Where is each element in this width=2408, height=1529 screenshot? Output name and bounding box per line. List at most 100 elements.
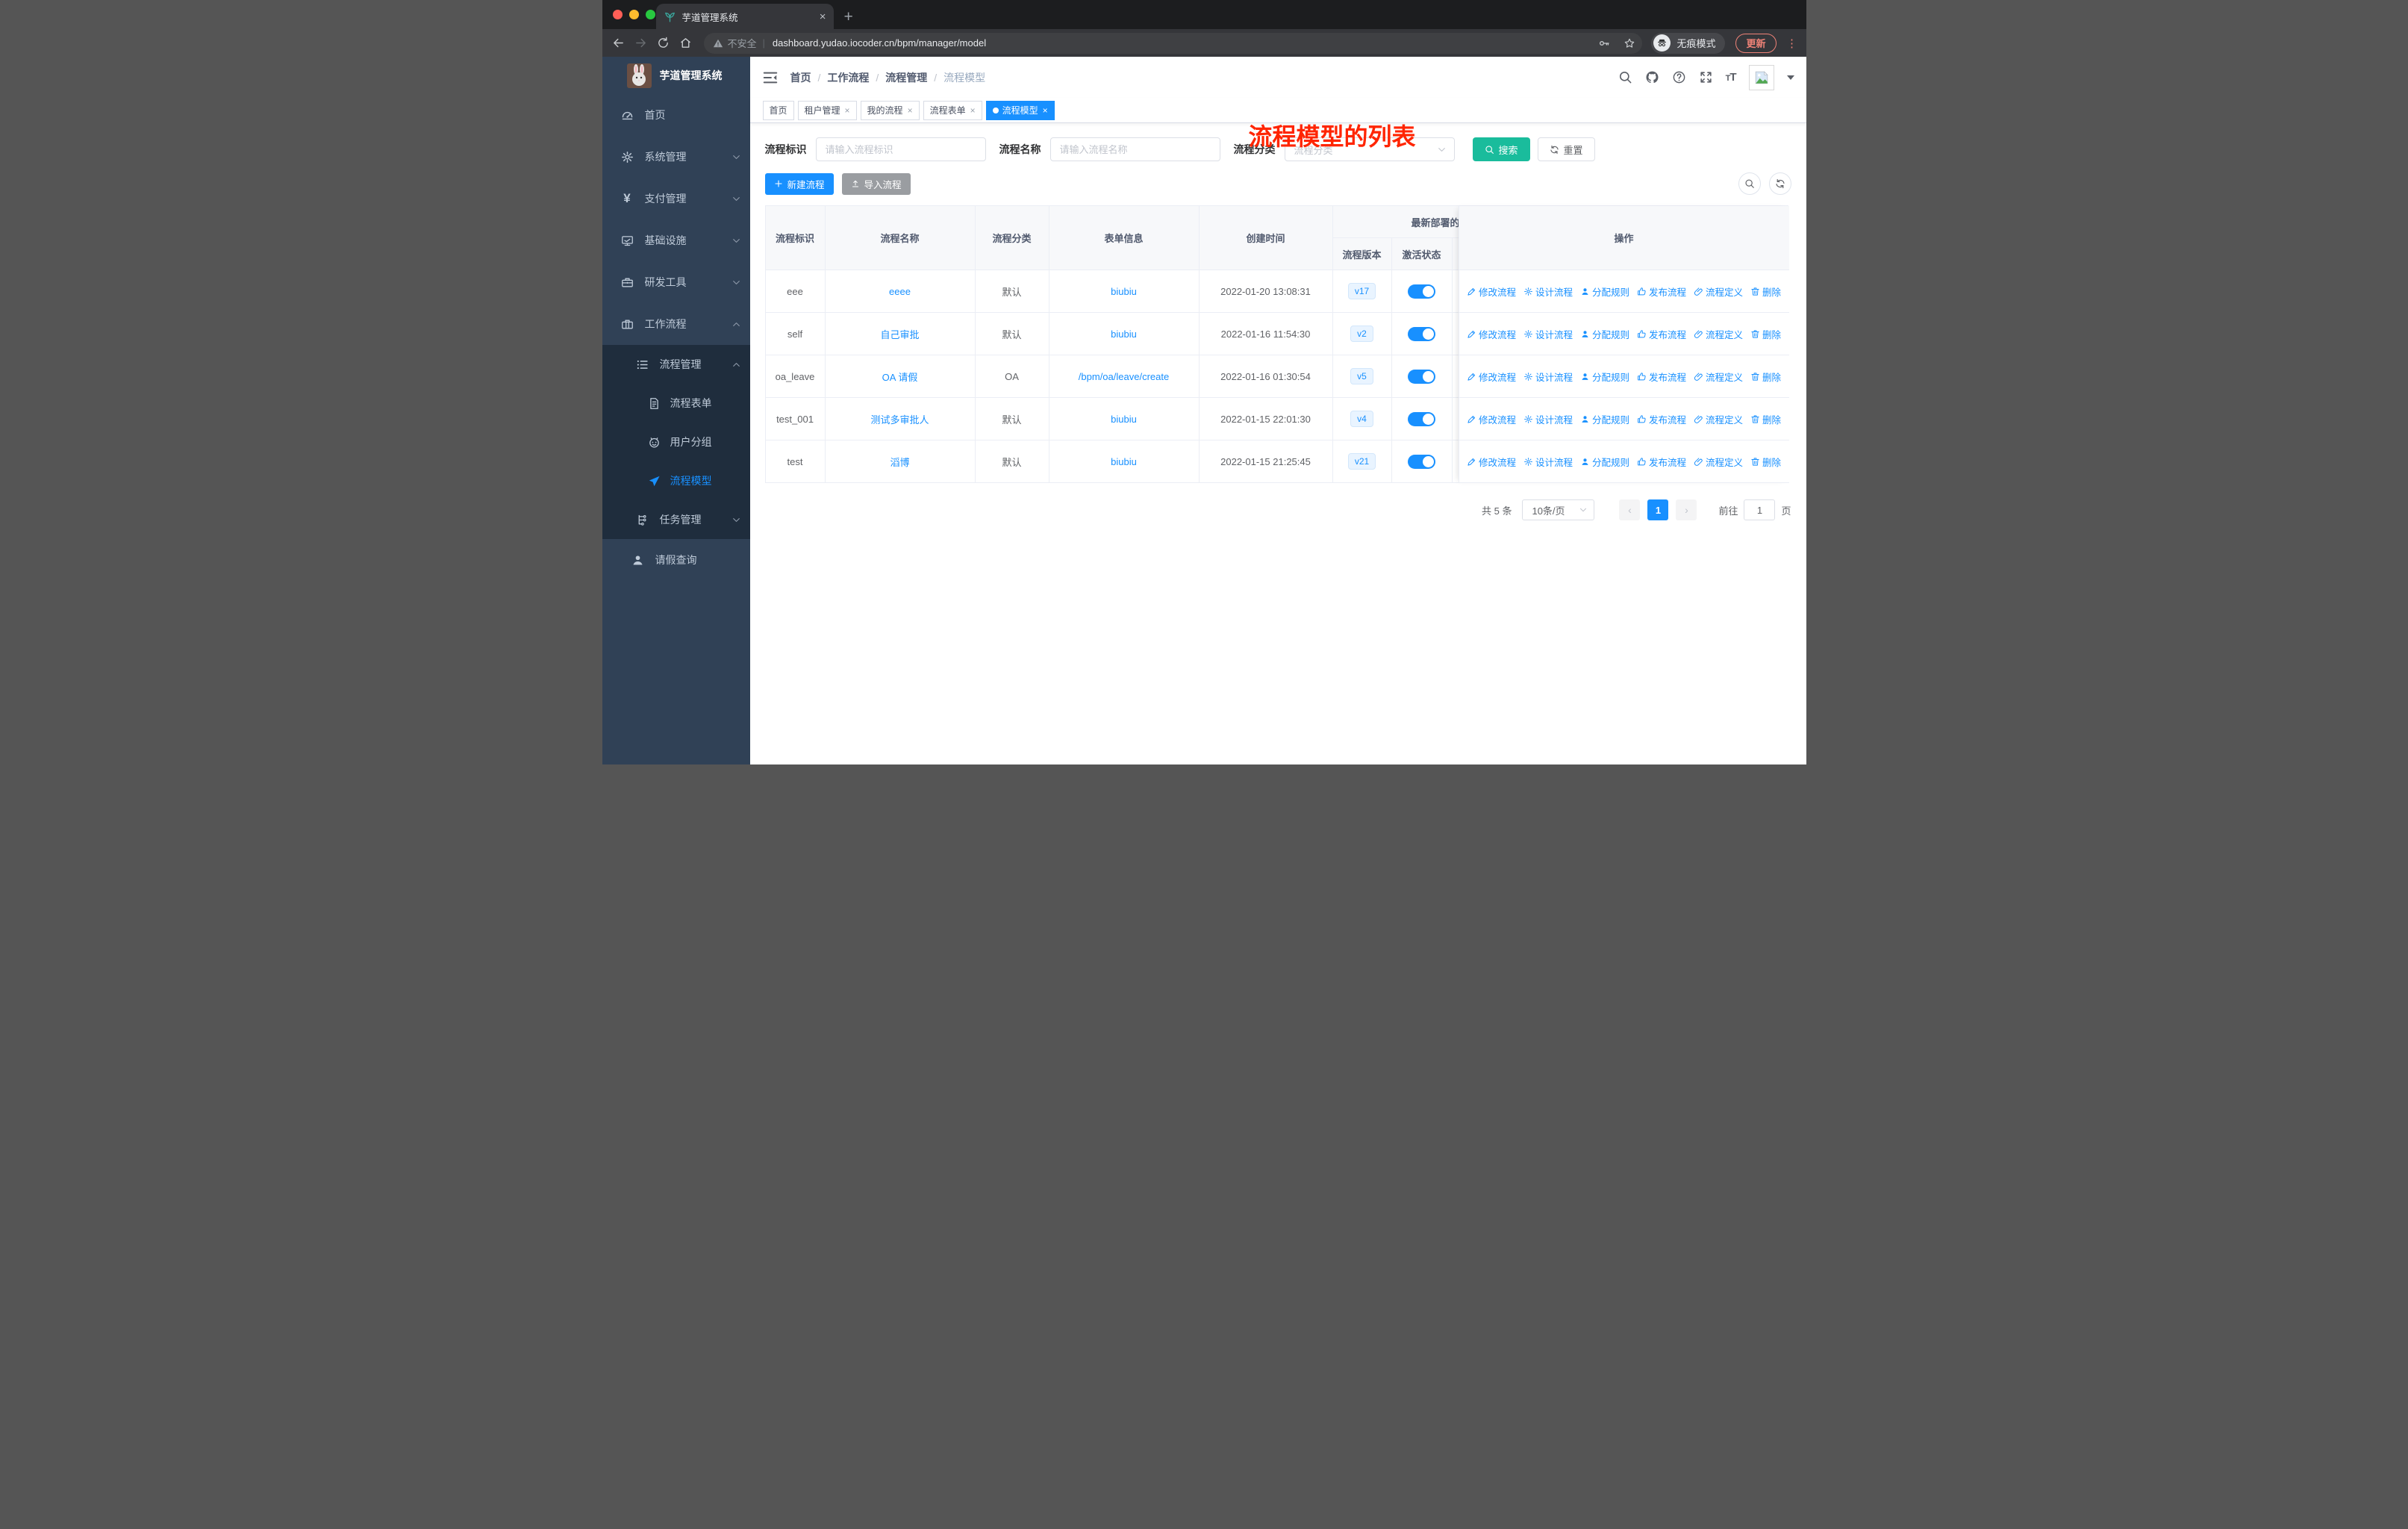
avatar-caret-icon[interactable] [1786, 75, 1794, 80]
sidebar-item-流程模型[interactable]: 流程模型 [602, 461, 750, 500]
current-page-button[interactable]: 1 [1647, 499, 1669, 520]
action-修改流程[interactable]: 修改流程 [1467, 327, 1516, 341]
action-分配规则[interactable]: 分配规则 [1580, 412, 1629, 426]
tag-view-流程表单[interactable]: 流程表单 × [923, 100, 982, 120]
security-status[interactable]: 不安全 | [713, 36, 767, 50]
action-发布流程[interactable]: 发布流程 [1637, 412, 1686, 426]
zoom-window-button[interactable] [645, 10, 655, 19]
action-修改流程[interactable]: 修改流程 [1467, 370, 1516, 384]
breadcrumb-item[interactable]: 工作流程 [827, 70, 869, 85]
password-key-icon[interactable] [1594, 34, 1614, 53]
browser-menu-icon[interactable]: ⋮ [1785, 37, 1799, 50]
github-icon[interactable] [1645, 70, 1659, 84]
forward-icon[interactable] [632, 34, 650, 52]
reset-button[interactable]: 重置 [1537, 137, 1595, 161]
action-删除[interactable]: 删除 [1750, 412, 1781, 426]
action-删除[interactable]: 删除 [1750, 327, 1781, 341]
sidebar-item-基础设施[interactable]: 基础设施 [602, 219, 750, 261]
bookmark-star-icon[interactable] [1620, 34, 1639, 53]
cell-process-name-link[interactable]: OA 请假 [825, 355, 976, 398]
avatar[interactable] [1748, 64, 1774, 90]
sidebar-item-请假查询[interactable]: 请假查询 [602, 539, 750, 581]
sidebar-item-首页[interactable]: 首页 [602, 94, 750, 136]
active-toggle[interactable] [1408, 411, 1435, 426]
action-修改流程[interactable]: 修改流程 [1467, 455, 1516, 469]
toggle-search-button[interactable] [1738, 172, 1761, 195]
font-size-icon[interactable]: TT [1726, 71, 1737, 84]
process-name-input[interactable] [1049, 137, 1220, 161]
action-发布流程[interactable]: 发布流程 [1637, 455, 1686, 469]
action-流程定义[interactable]: 流程定义 [1694, 370, 1743, 384]
action-删除[interactable]: 删除 [1750, 370, 1781, 384]
action-流程定义[interactable]: 流程定义 [1694, 455, 1743, 469]
tag-view-流程模型[interactable]: 流程模型 × [985, 100, 1055, 120]
home-icon[interactable] [677, 34, 695, 52]
action-设计流程[interactable]: 设计流程 [1523, 455, 1573, 469]
browser-update-button[interactable]: 更新 [1735, 33, 1777, 53]
refresh-table-button[interactable] [1768, 172, 1791, 195]
cell-process-name-link[interactable]: eeee [825, 270, 976, 313]
active-toggle[interactable] [1408, 369, 1435, 384]
minimize-window-button[interactable] [628, 10, 639, 19]
sidebar-item-用户分组[interactable]: 用户分组 [602, 423, 750, 461]
new-tab-button[interactable]: + [844, 8, 853, 26]
action-发布流程[interactable]: 发布流程 [1637, 284, 1686, 299]
sidebar-item-支付管理[interactable]: ¥ 支付管理 [602, 178, 750, 219]
sidebar-item-任务管理[interactable]: 任务管理 [602, 500, 750, 539]
cell-form-info-link[interactable]: biubiu [1049, 398, 1200, 440]
action-分配规则[interactable]: 分配规则 [1580, 455, 1629, 469]
action-设计流程[interactable]: 设计流程 [1523, 284, 1573, 299]
process-id-input[interactable] [815, 137, 986, 161]
import-process-button[interactable]: 导入流程 [841, 172, 911, 195]
active-toggle[interactable] [1408, 326, 1435, 341]
action-设计流程[interactable]: 设计流程 [1523, 370, 1573, 384]
action-发布流程[interactable]: 发布流程 [1637, 327, 1686, 341]
address-bar[interactable]: 不安全 | dashboard.yudao.iocoder.cn/bpm/man… [703, 32, 1643, 54]
sidebar-item-工作流程[interactable]: 工作流程 [602, 303, 750, 345]
cell-form-info-link[interactable]: biubiu [1049, 313, 1200, 355]
prev-page-button[interactable]: ‹ [1619, 499, 1641, 520]
action-分配规则[interactable]: 分配规则 [1580, 284, 1629, 299]
page-size-select[interactable]: 10条/页 [1522, 499, 1595, 520]
active-toggle[interactable] [1408, 454, 1435, 469]
tag-view-我的流程[interactable]: 我的流程 × [860, 100, 920, 120]
action-删除[interactable]: 删除 [1750, 284, 1781, 299]
cell-process-name-link[interactable]: 自己审批 [825, 313, 976, 355]
breadcrumb-item[interactable]: 首页 [790, 70, 811, 85]
close-icon[interactable]: × [845, 105, 850, 116]
cell-form-info-link[interactable]: biubiu [1049, 440, 1200, 483]
fullscreen-icon[interactable] [1699, 70, 1713, 84]
action-流程定义[interactable]: 流程定义 [1694, 412, 1743, 426]
action-流程定义[interactable]: 流程定义 [1694, 284, 1743, 299]
tag-view-首页[interactable]: 首页 [762, 100, 794, 120]
close-icon[interactable]: × [908, 105, 913, 116]
action-设计流程[interactable]: 设计流程 [1523, 412, 1573, 426]
help-icon[interactable] [1672, 70, 1686, 84]
tag-view-租户管理[interactable]: 租户管理 × [797, 100, 857, 120]
cell-process-name-link[interactable]: 滔博 [825, 440, 976, 483]
close-icon[interactable]: × [970, 105, 976, 116]
cell-process-name-link[interactable]: 测试多审批人 [825, 398, 976, 440]
browser-tab[interactable]: 芋道管理系统 × [655, 4, 834, 29]
action-修改流程[interactable]: 修改流程 [1467, 412, 1516, 426]
cell-form-info-link[interactable]: biubiu [1049, 270, 1200, 313]
sidebar-collapse-icon[interactable] [762, 69, 779, 86]
create-process-button[interactable]: 新建流程 [764, 172, 834, 195]
sidebar-item-系统管理[interactable]: 系统管理 [602, 136, 750, 178]
action-发布流程[interactable]: 发布流程 [1637, 370, 1686, 384]
action-设计流程[interactable]: 设计流程 [1523, 327, 1573, 341]
goto-page-input[interactable] [1744, 499, 1776, 520]
action-流程定义[interactable]: 流程定义 [1694, 327, 1743, 341]
logo-row[interactable]: 芋道管理系统 [602, 57, 750, 94]
active-toggle[interactable] [1408, 284, 1435, 299]
action-修改流程[interactable]: 修改流程 [1467, 284, 1516, 299]
breadcrumb-item[interactable]: 流程管理 [885, 70, 927, 85]
search-icon[interactable] [1618, 70, 1632, 84]
back-icon[interactable] [610, 34, 628, 52]
cell-form-info-link[interactable]: /bpm/oa/leave/create [1049, 355, 1200, 398]
sidebar-item-研发工具[interactable]: 研发工具 [602, 261, 750, 303]
action-删除[interactable]: 删除 [1750, 455, 1781, 469]
close-icon[interactable]: × [1043, 105, 1048, 116]
url-text[interactable]: dashboard.yudao.iocoder.cn/bpm/manager/m… [773, 37, 1589, 49]
window-controls[interactable] [612, 10, 655, 19]
